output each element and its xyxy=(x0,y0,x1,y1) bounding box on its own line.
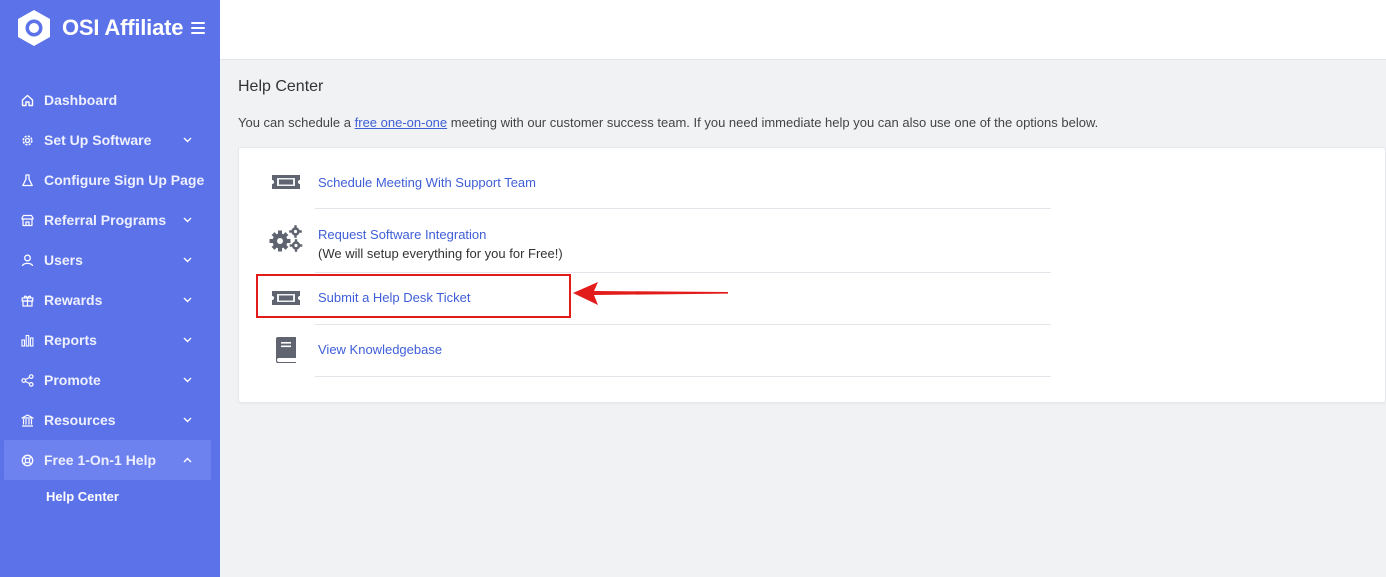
sidebar-item-promote[interactable]: Promote xyxy=(0,360,220,400)
sidebar-item-configure-sign-up-page[interactable]: Configure Sign Up Page xyxy=(0,160,220,200)
share-icon xyxy=(20,373,34,387)
chevron-up-icon[interactable] xyxy=(182,455,192,465)
divider xyxy=(315,324,1051,325)
sidebar-item-label: Referral Programs xyxy=(44,212,167,228)
sidebar-item-referral-programs[interactable]: Referral Programs xyxy=(0,200,220,240)
sidebar-item-dashboard[interactable]: Dashboard xyxy=(0,80,220,120)
sidebar: OSI Affiliate Dashboard Set Up Software … xyxy=(0,0,220,577)
option-note: (We will setup everything for you for Fr… xyxy=(318,246,563,261)
brand[interactable]: OSI Affiliate xyxy=(16,9,206,47)
sidebar-item-label: Promote xyxy=(44,372,101,388)
gift-icon xyxy=(20,293,34,307)
sidebar-item-set-up-software[interactable]: Set Up Software xyxy=(0,120,220,160)
divider xyxy=(315,376,1051,377)
chevron-down-icon[interactable] xyxy=(182,335,192,345)
gear-icon xyxy=(20,133,34,147)
divider xyxy=(315,208,1051,209)
lifebuoy-icon xyxy=(20,453,34,467)
sidebar-item-resources[interactable]: Resources xyxy=(0,400,220,440)
book-icon xyxy=(268,336,304,364)
free-one-on-one-link[interactable]: free one-on-one xyxy=(355,115,448,130)
sidebar-item-label: Reports xyxy=(44,332,97,348)
chevron-down-icon[interactable] xyxy=(182,255,192,265)
intro-text: You can schedule a free one-on-one meeti… xyxy=(238,115,1098,130)
logo-icon xyxy=(16,9,52,47)
option-text: Request Software Integration (We will se… xyxy=(318,225,563,263)
sidebar-item-label: Rewards xyxy=(44,292,103,308)
annotation-highlight-box xyxy=(256,274,571,318)
home-icon xyxy=(20,93,34,107)
option-label[interactable]: View Knowledgebase xyxy=(318,340,442,359)
brand-name: OSI Affiliate xyxy=(62,15,184,40)
chevron-down-icon[interactable] xyxy=(182,215,192,225)
intro-text-before: You can schedule a xyxy=(238,115,355,130)
user-icon xyxy=(20,253,34,267)
intro-text-after: meeting with our customer success team. … xyxy=(447,115,1099,130)
sidebar-nav: Dashboard Set Up Software Configure Sign… xyxy=(0,80,220,512)
sidebar-item-users[interactable]: Users xyxy=(0,240,220,280)
chevron-down-icon[interactable] xyxy=(182,415,192,425)
chevron-down-icon[interactable] xyxy=(182,135,192,145)
option-label[interactable]: Request Software Integration xyxy=(318,227,486,242)
option-label[interactable]: Schedule Meeting With Support Team xyxy=(318,173,536,192)
chevron-down-icon[interactable] xyxy=(182,375,192,385)
sidebar-item-label: Users xyxy=(44,252,83,268)
bar-chart-icon xyxy=(20,333,34,347)
option-request-integration[interactable]: Request Software Integration (We will se… xyxy=(239,222,1051,266)
divider xyxy=(315,272,1051,273)
annotation-arrow-icon xyxy=(573,282,728,305)
sidebar-item-label: Dashboard xyxy=(44,92,118,108)
sidebar-item-label: Resources xyxy=(44,412,116,428)
sidebar-subitem-help-center[interactable]: Help Center xyxy=(0,480,220,512)
sidebar-item-label: Free 1-On-1 Help xyxy=(44,452,157,468)
hamburger-menu-icon[interactable] xyxy=(191,22,206,34)
top-bar xyxy=(220,0,1386,60)
sidebar-item-reports[interactable]: Reports xyxy=(0,320,220,360)
flask-icon xyxy=(20,173,34,187)
chevron-down-icon[interactable] xyxy=(182,295,192,305)
store-icon xyxy=(20,213,34,227)
sidebar-item-label: Configure Sign Up Page xyxy=(44,172,205,188)
cogs-icon xyxy=(268,224,304,254)
option-view-knowledgebase[interactable]: View Knowledgebase xyxy=(239,334,1051,366)
ticket-icon xyxy=(268,172,304,192)
sidebar-item-rewards[interactable]: Rewards xyxy=(0,280,220,320)
sidebar-item-label: Set Up Software xyxy=(44,132,152,148)
sidebar-item-free-help[interactable]: Free 1-On-1 Help xyxy=(4,440,211,480)
bank-icon xyxy=(20,413,34,427)
page-title: Help Center xyxy=(238,78,324,95)
option-schedule-meeting[interactable]: Schedule Meeting With Support Team xyxy=(239,166,1051,198)
